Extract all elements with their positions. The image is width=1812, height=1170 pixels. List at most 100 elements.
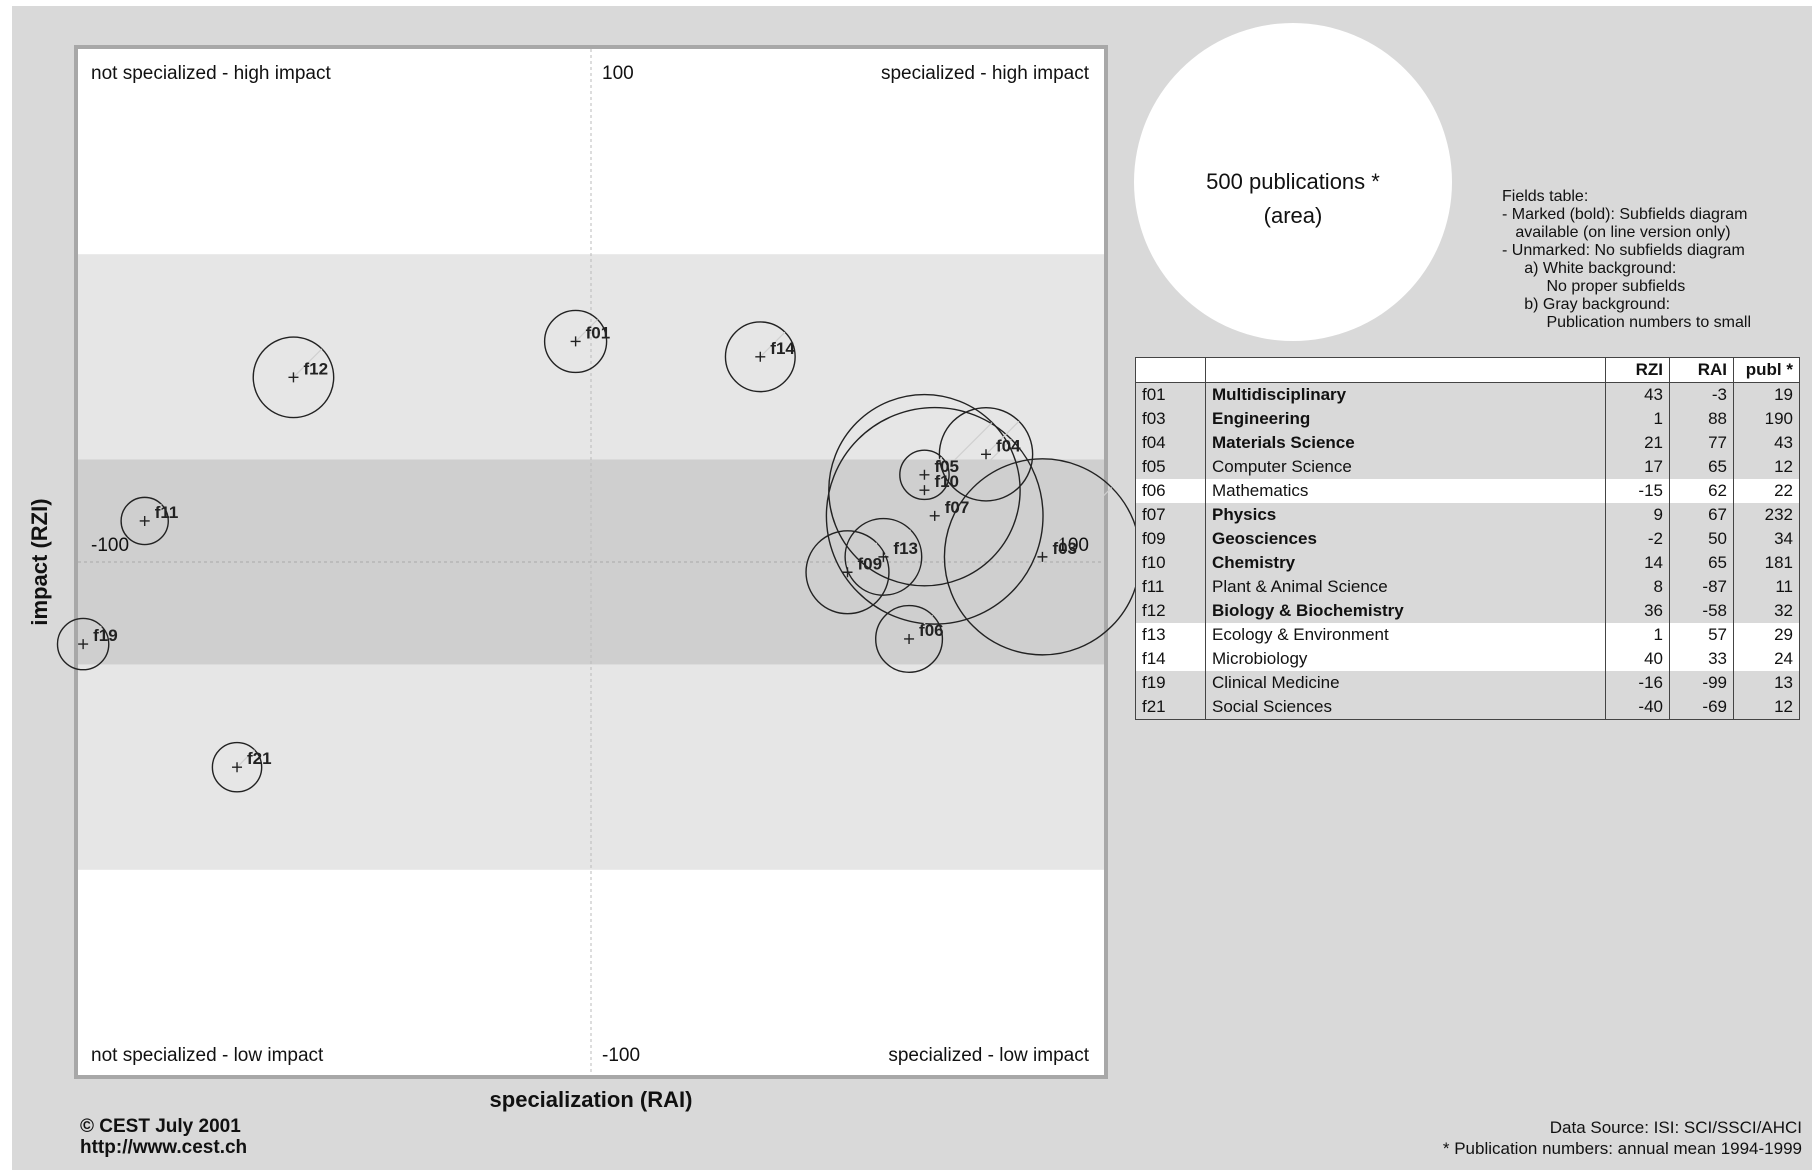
cell-rzi: 14	[1605, 551, 1670, 575]
cell-publ: 12	[1733, 455, 1800, 479]
band-low-light	[78, 664, 1104, 870]
cell-rzi: 17	[1605, 455, 1670, 479]
bubble-label-f06: f06	[919, 621, 944, 640]
bubble-label-f04: f04	[996, 436, 1021, 455]
cell-rzi: -2	[1605, 527, 1670, 551]
cell-publ: 181	[1733, 551, 1800, 575]
cell-publ: 22	[1733, 479, 1800, 503]
cell-publ: 232	[1733, 503, 1800, 527]
table-row: f14 Microbiology 40 33 24	[1135, 647, 1800, 671]
cell-rzi: 36	[1605, 599, 1670, 623]
cell-field-name: Plant & Animal Science	[1205, 575, 1606, 599]
cell-rai: 65	[1669, 551, 1734, 575]
cell-code: f11	[1135, 575, 1206, 599]
copyright-text: © CEST July 2001	[80, 1116, 241, 1137]
cell-publ: 19	[1733, 382, 1800, 407]
table-row: f04 Materials Science 21 77 43	[1135, 431, 1800, 455]
fields-note-line: No proper subfields	[1502, 278, 1686, 295]
cell-rai: -58	[1669, 599, 1734, 623]
col-header-publ: publ *	[1733, 357, 1800, 383]
table-row: f07 Physics 9 67 232	[1135, 503, 1800, 527]
table-row: f03 Engineering 1 88 190	[1135, 407, 1800, 431]
table-row: f06 Mathematics -15 62 22	[1135, 479, 1800, 503]
col-header-rzi: RZI	[1605, 357, 1670, 383]
cell-publ: 43	[1733, 431, 1800, 455]
col-header-rai: RAI	[1669, 357, 1734, 383]
cell-publ: 13	[1733, 671, 1800, 695]
cell-code: f19	[1135, 671, 1206, 695]
cell-rzi: -16	[1605, 671, 1670, 695]
cell-field-name: Clinical Medicine	[1205, 671, 1606, 695]
cell-rai: 65	[1669, 455, 1734, 479]
bubble-label-f11: f11	[155, 503, 179, 522]
cell-publ: 11	[1733, 575, 1800, 599]
fields-note-line: Fields table:	[1502, 188, 1589, 205]
table-row: f11 Plant & Animal Science 8 -87 11	[1135, 575, 1800, 599]
table-row: f21 Social Sciences -40 -69 12	[1135, 695, 1800, 720]
website-link[interactable]: http://www.cest.ch	[80, 1137, 247, 1158]
cell-code: f01	[1135, 382, 1206, 407]
fields-table-note: Fields table: - Marked (bold): Subfields …	[1502, 188, 1802, 332]
cell-rai: -99	[1669, 671, 1734, 695]
cell-field-name: Ecology & Environment	[1205, 623, 1606, 647]
cell-field-name: Computer Science	[1205, 455, 1606, 479]
cell-rai: 88	[1669, 407, 1734, 431]
cell-rzi: 21	[1605, 431, 1670, 455]
fields-note-line: - Unmarked: No subfields diagram	[1502, 242, 1745, 259]
cell-code: f07	[1135, 503, 1206, 527]
cell-publ: 12	[1733, 695, 1800, 720]
cell-field-name: Geosciences	[1205, 527, 1606, 551]
cell-rzi: 43	[1605, 382, 1670, 407]
cell-field-name: Social Sciences	[1205, 695, 1606, 720]
fields-note-line: b) Gray background:	[1502, 296, 1671, 313]
cell-rzi: -15	[1605, 479, 1670, 503]
footer-credits: © CEST July 2001 http://www.cest.ch	[80, 1116, 247, 1158]
y-axis-title: impact (RZI)	[27, 498, 52, 625]
table-row: f13 Ecology & Environment 1 57 29	[1135, 623, 1800, 647]
cell-field-name: Engineering	[1205, 407, 1606, 431]
bubble-label-f05: f05	[934, 457, 959, 476]
bubble-label-f12: f12	[303, 359, 328, 378]
bubble-label-f07: f07	[945, 498, 970, 517]
cell-code: f03	[1135, 407, 1206, 431]
table-row: f05 Computer Science 17 65 12	[1135, 455, 1800, 479]
tick-label-x-min: -100	[91, 535, 129, 556]
col-header-name	[1205, 357, 1606, 383]
cell-rai: 77	[1669, 431, 1734, 455]
cell-rai: 57	[1669, 623, 1734, 647]
table-row: f09 Geosciences -2 50 34	[1135, 527, 1800, 551]
bubble-label-f19: f19	[93, 626, 118, 645]
cell-publ: 24	[1733, 647, 1800, 671]
fields-table: RZI RAI publ * f01 Multidisciplinary 43 -3 1…	[1135, 357, 1800, 720]
cell-rai: 33	[1669, 647, 1734, 671]
fields-note-line: available (on line version only)	[1502, 224, 1731, 241]
fields-note-line: Publication numbers to small	[1502, 314, 1751, 331]
bubble-label-f21: f21	[247, 749, 272, 768]
cell-code: f21	[1135, 695, 1206, 720]
tick-label-y-max: 100	[602, 63, 634, 84]
cell-publ: 32	[1733, 599, 1800, 623]
cell-rzi: 1	[1605, 623, 1670, 647]
publication-note: * Publication numbers: annual mean 1994-…	[1442, 1139, 1802, 1158]
bubble-label-f13: f13	[893, 539, 918, 558]
reference-bubble-sublabel: (area)	[1264, 203, 1323, 228]
tick-label-y-min: -100	[602, 1045, 640, 1066]
table-row: f12 Biology & Biochemistry 36 -58 32	[1135, 599, 1800, 623]
fields-note-line: a) White background:	[1502, 260, 1677, 277]
cell-publ: 34	[1733, 527, 1800, 551]
x-axis-title: specialization (RAI)	[490, 1087, 693, 1112]
footer-source: Data Source: ISI: SCI/SSCI/AHCI * Public…	[1202, 1117, 1802, 1159]
cell-rzi: -40	[1605, 695, 1670, 720]
col-header-code	[1135, 357, 1206, 383]
cell-code: f13	[1135, 623, 1206, 647]
cell-code: f05	[1135, 455, 1206, 479]
cell-field-name: Physics	[1205, 503, 1606, 527]
cell-publ: 190	[1733, 407, 1800, 431]
cell-rai: 50	[1669, 527, 1734, 551]
cell-rzi: 8	[1605, 575, 1670, 599]
quadrant-label-top-right: specialized - high impact	[881, 63, 1090, 84]
bubble-label-f09: f09	[858, 554, 883, 573]
cell-code: f06	[1135, 479, 1206, 503]
cell-field-name: Mathematics	[1205, 479, 1606, 503]
cell-code: f04	[1135, 431, 1206, 455]
